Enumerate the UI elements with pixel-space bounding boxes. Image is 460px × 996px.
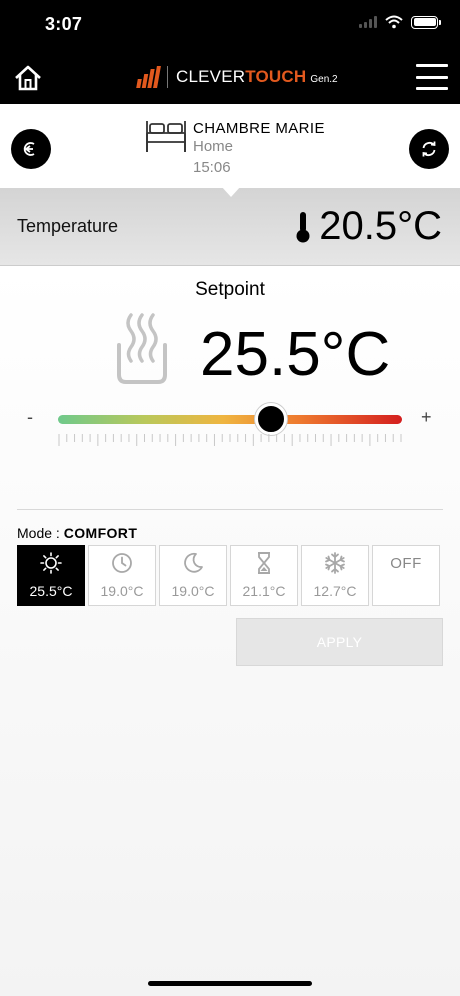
thermometer-icon: [296, 211, 310, 242]
status-bar: 3:07: [0, 0, 460, 52]
mode-temp: 19.0°C: [100, 583, 144, 599]
divider: [17, 509, 443, 510]
room-time: 15:06: [193, 159, 231, 176]
room-header-pointer: [221, 186, 241, 197]
home-button[interactable]: [12, 62, 44, 94]
slider-minus[interactable]: -: [27, 407, 33, 428]
mode-comfort-button[interactable]: 25.5°C: [17, 545, 85, 606]
setpoint-title: Setpoint: [195, 279, 265, 300]
mode-frost-button[interactable]: 12.7°C: [301, 545, 369, 606]
status-icons: [359, 15, 441, 29]
back-button[interactable]: [11, 129, 51, 169]
battery-icon: [411, 15, 441, 29]
slider-plus[interactable]: +: [421, 407, 432, 428]
mode-eco-button[interactable]: 19.0°C: [88, 545, 156, 606]
mode-selector: 25.5°C 19.0°C 19.0°C 21.1°C 12.7°C OFF: [17, 545, 440, 606]
main-content: Setpoint 25.5°C - + Mode : COMFORT 25.5°…: [0, 267, 460, 996]
heating-icon: [117, 313, 167, 384]
room-location: Home: [193, 138, 234, 155]
status-time: 3:07: [45, 14, 83, 34]
temperature-label: Temperature: [17, 216, 119, 236]
mode-temp: 21.1°C: [242, 583, 286, 599]
room-name: CHAMBRE MARIE: [193, 120, 325, 137]
mode-off-label: OFF: [390, 555, 422, 572]
app-header: CLEVERTOUCH Gen.2: [0, 52, 460, 104]
temperature-reading: 20.5°C: [295, 204, 442, 249]
logo-bars-icon: [136, 66, 161, 88]
brand-prefix: CLEVER: [176, 67, 246, 86]
temperature-value: 20.5°C: [319, 204, 442, 248]
mode-temp: 25.5°C: [29, 583, 73, 599]
mode-night-button[interactable]: 19.0°C: [159, 545, 227, 606]
snowflake-icon: [325, 552, 345, 574]
current-temperature-bar: Temperature 20.5°C: [0, 188, 460, 266]
mode-current: COMFORT: [63, 525, 138, 541]
refresh-button[interactable]: [409, 129, 449, 169]
mode-label: Mode : COMFORT: [17, 525, 138, 541]
room-info: CHAMBRE MARIE Home 15:06: [193, 120, 325, 176]
brand-suffix: TOUCH: [245, 67, 307, 86]
room-header: CHAMBRE MARIE Home 15:06: [0, 104, 460, 188]
mode-temp: 12.7°C: [313, 583, 357, 599]
refresh-icon: [422, 141, 436, 157]
mode-off-button[interactable]: OFF: [372, 545, 440, 606]
mode-temp: 19.0°C: [171, 583, 215, 599]
clock-icon: [112, 553, 132, 573]
sun-icon: [40, 552, 62, 574]
mode-timer-button[interactable]: 21.1°C: [230, 545, 298, 606]
home-indicator: [148, 981, 312, 986]
cellular-signal-icon: [359, 16, 377, 28]
brand-gen: Gen.2: [310, 73, 338, 85]
setpoint-value: 25.5°C: [200, 320, 391, 389]
hourglass-icon: [258, 552, 270, 574]
back-arrow-icon: [23, 142, 35, 156]
setpoint-slider-track[interactable]: [58, 415, 402, 424]
moon-icon: [184, 552, 203, 573]
bed-icon: [146, 121, 186, 152]
apply-button[interactable]: APPLY: [236, 618, 443, 666]
wifi-icon: [385, 15, 403, 29]
hamburger-menu-button[interactable]: [416, 64, 448, 90]
setpoint-slider-thumb[interactable]: [255, 403, 288, 435]
slider-ticks: [58, 434, 402, 446]
home-icon: [15, 65, 41, 91]
clevertouch-logo: CLEVERTOUCH Gen.2: [136, 66, 338, 88]
